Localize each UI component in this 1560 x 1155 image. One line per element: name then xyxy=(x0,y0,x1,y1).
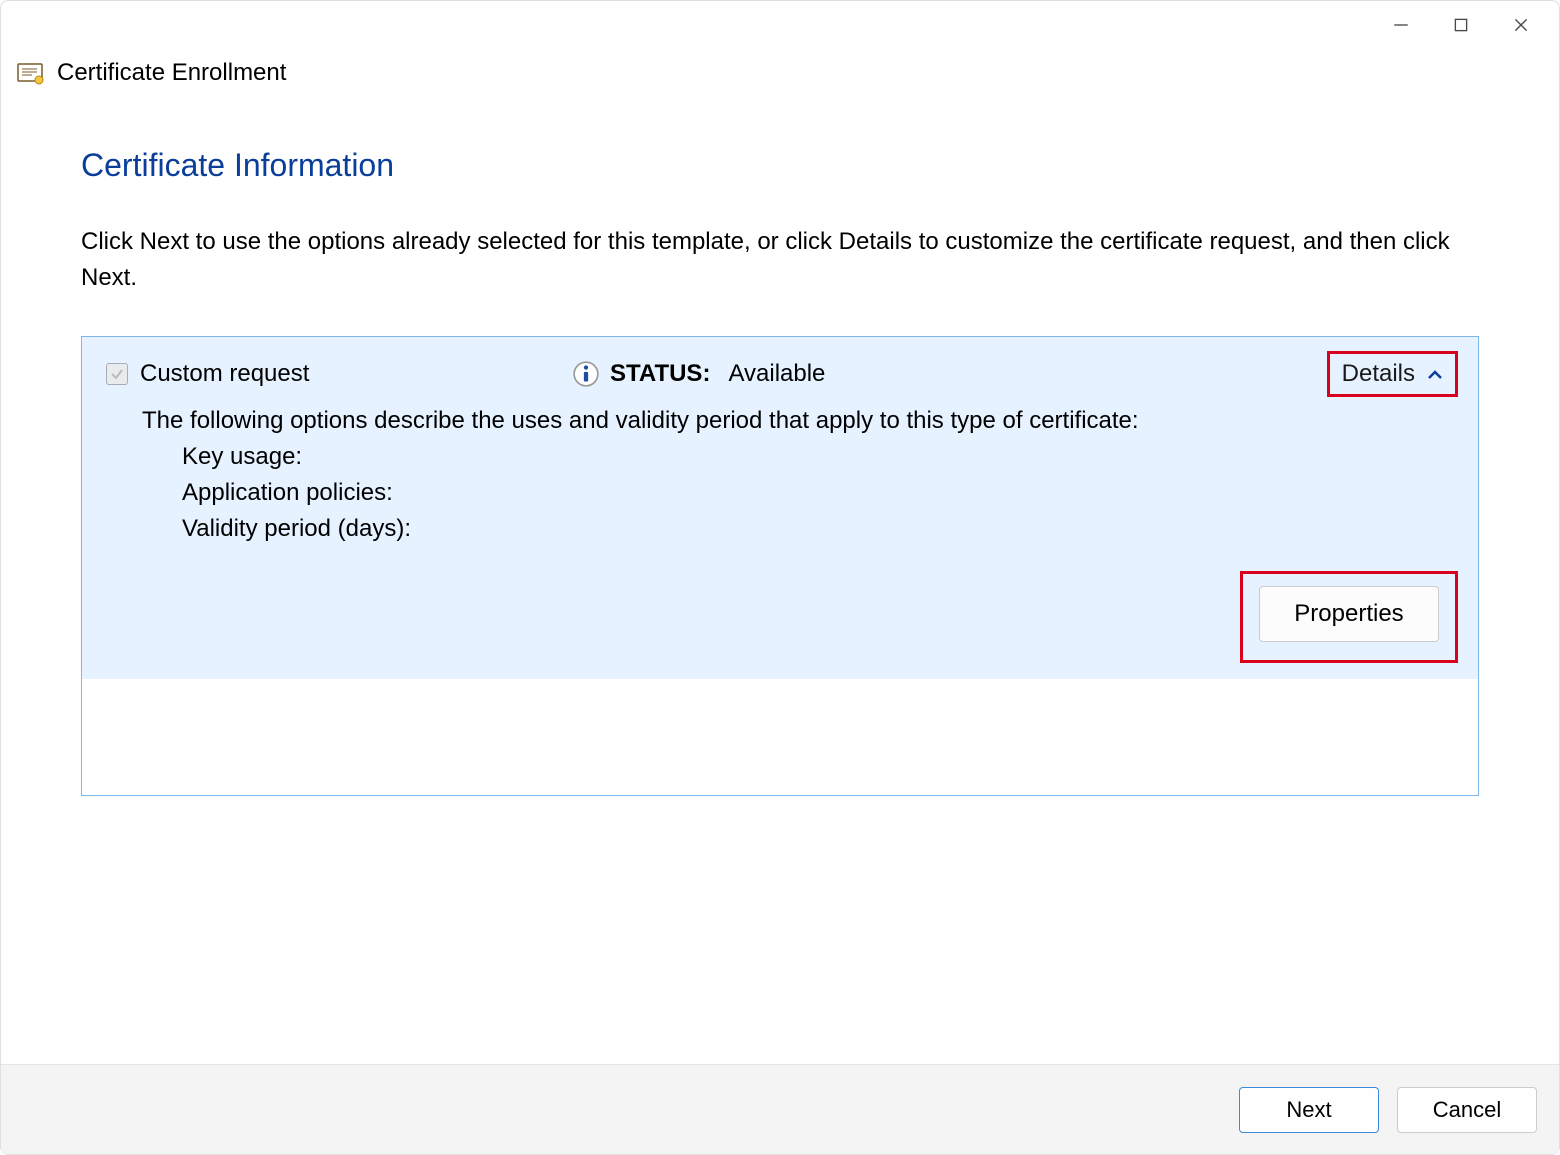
application-policies-label: Application policies: xyxy=(182,475,1458,511)
detail-intro: The following options describe the uses … xyxy=(142,403,1458,439)
wizard-header: Certificate Enrollment xyxy=(1,49,1559,87)
certificate-checkbox[interactable] xyxy=(106,363,128,385)
key-usage-label: Key usage: xyxy=(182,439,1458,475)
details-label: Details xyxy=(1342,360,1415,388)
validity-period-label: Validity period (days): xyxy=(182,511,1458,547)
wizard-window: Certificate Enrollment Certificate Infor… xyxy=(0,0,1560,1155)
check-icon xyxy=(110,367,124,381)
content-area: Certificate Information Click Next to us… xyxy=(1,87,1559,1064)
wizard-title: Certificate Enrollment xyxy=(57,59,286,87)
properties-button[interactable]: Properties xyxy=(1259,586,1439,642)
detail-sub-list: Key usage: Application policies: Validit… xyxy=(142,439,1458,547)
close-button[interactable] xyxy=(1491,5,1551,45)
properties-area: Properties xyxy=(142,571,1458,661)
status-label: STATUS: xyxy=(610,360,710,388)
page-heading: Certificate Information xyxy=(81,147,1479,184)
minimize-button[interactable] xyxy=(1371,5,1431,45)
certificate-name: Custom request xyxy=(140,360,560,388)
status-value: Available xyxy=(728,360,825,388)
certificate-icon xyxy=(17,61,45,85)
next-button[interactable]: Next xyxy=(1239,1087,1379,1133)
status-group: STATUS: Available xyxy=(572,360,1315,388)
cancel-button[interactable]: Cancel xyxy=(1397,1087,1537,1133)
certificate-panel-empty xyxy=(82,679,1478,795)
titlebar xyxy=(1,1,1559,49)
maximize-button[interactable] xyxy=(1431,5,1491,45)
certificate-row-header: Custom request STATUS: Available xyxy=(106,351,1458,397)
maximize-icon xyxy=(1452,16,1470,34)
footer: Next Cancel xyxy=(1,1064,1559,1154)
info-icon xyxy=(572,361,600,387)
certificate-panel: Custom request STATUS: Available xyxy=(81,336,1479,796)
details-toggle[interactable]: Details xyxy=(1327,351,1458,397)
page-description: Click Next to use the options already se… xyxy=(81,224,1479,296)
chevron-up-icon xyxy=(1427,360,1443,388)
certificate-row: Custom request STATUS: Available xyxy=(82,337,1478,679)
certificate-details: The following options describe the uses … xyxy=(106,397,1458,661)
minimize-icon xyxy=(1392,16,1410,34)
properties-highlight: Properties xyxy=(1240,571,1458,663)
close-icon xyxy=(1512,16,1530,34)
